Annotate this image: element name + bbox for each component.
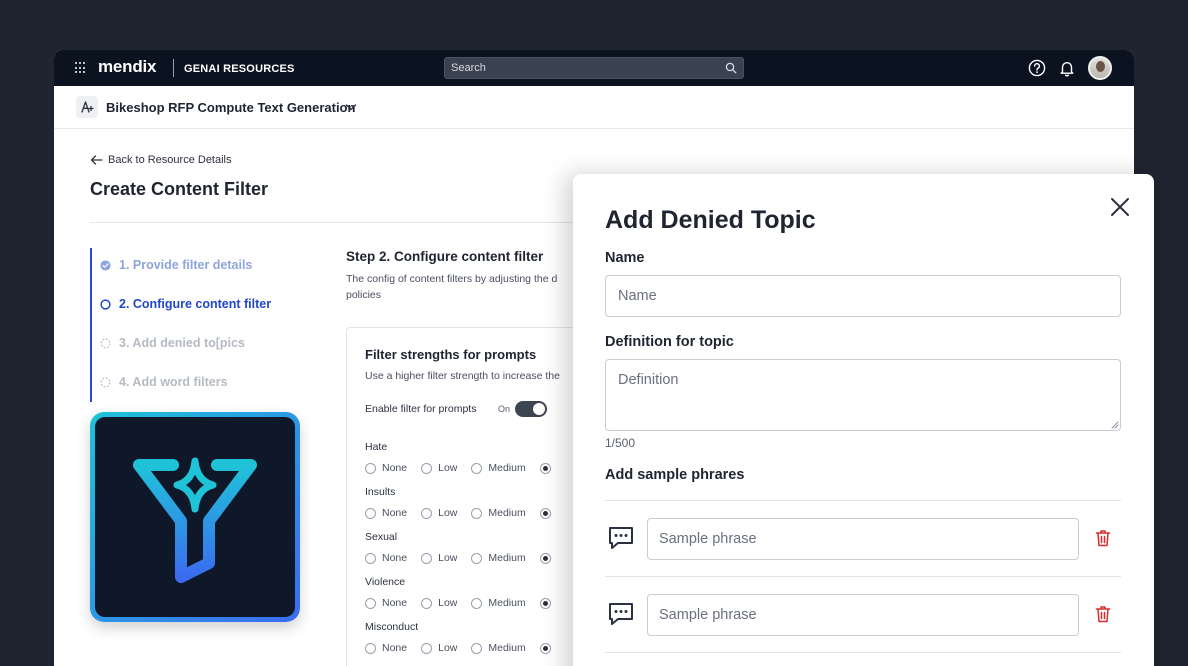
enable-filter-toggle[interactable] (515, 401, 547, 417)
radio-high[interactable] (539, 597, 551, 609)
user-avatar[interactable] (1088, 56, 1112, 80)
radio-high[interactable] (539, 642, 551, 654)
chevron-down-icon[interactable] (344, 100, 358, 114)
step-label: 4. Add word filters (119, 375, 228, 389)
app-switcher-icon[interactable] (75, 62, 87, 74)
divider (605, 576, 1121, 577)
step-heading: Step 2. Configure content filter (346, 249, 544, 264)
filter-strengths-card: Filter strengths for prompts Use a highe… (346, 327, 606, 666)
resize-handle-icon[interactable] (1110, 420, 1119, 429)
divider (605, 500, 1121, 501)
radio-medium[interactable]: Medium (471, 462, 526, 474)
brand-logo[interactable]: mendix (98, 57, 157, 77)
trash-icon[interactable] (1095, 605, 1111, 623)
search-input[interactable] (445, 58, 715, 78)
sample-phrase-input[interactable] (647, 594, 1079, 636)
top-right-actions (1028, 56, 1112, 80)
radio-low[interactable]: Low (421, 507, 457, 519)
step-add-denied-topics[interactable]: 3. Add denied to[pics (100, 336, 245, 350)
name-input[interactable] (605, 275, 1121, 317)
check-circle-icon (100, 259, 111, 271)
sample-phrase-input[interactable] (647, 518, 1079, 560)
filter-funnel-sparkle-icon (133, 457, 257, 583)
character-count: 1/500 (605, 436, 636, 450)
top-navigation-bar: mendix GENAI RESOURCES (54, 50, 1134, 86)
category-label-misconduct: Misconduct (365, 621, 419, 633)
step-provide-filter-details[interactable]: 1. Provide filter details (100, 258, 252, 272)
dashed-circle-icon (100, 338, 111, 348)
card-description: Use a higher filter strength to increase… (365, 370, 560, 382)
radio-low[interactable]: Low (421, 462, 457, 474)
definition-textarea[interactable] (605, 359, 1121, 431)
radio-high[interactable] (539, 552, 551, 564)
category-label-violence: Violence (365, 576, 406, 588)
toggle-state-label: On (498, 404, 511, 414)
sample-phrases-label: Add sample phrares (605, 467, 745, 483)
radio-medium[interactable]: Medium (471, 597, 526, 609)
card-title: Filter strengths for prompts (365, 347, 537, 362)
app-type-icon (76, 96, 98, 118)
radio-medium[interactable]: Medium (471, 552, 526, 564)
radio-group-hate: None Low Medium (365, 462, 565, 474)
radio-high[interactable] (539, 507, 551, 519)
category-label-sexual: Sexual (365, 531, 398, 543)
back-link[interactable]: Back to Resource Details (90, 154, 232, 166)
radio-none[interactable]: None (365, 552, 407, 564)
dashed-circle-icon (100, 377, 111, 387)
step-label: 1. Provide filter details (119, 258, 253, 272)
step-label: 2. Configure content filter (119, 297, 272, 311)
chat-bubble-icon (609, 527, 633, 549)
chat-bubble-icon (609, 603, 633, 625)
search-icon[interactable] (725, 62, 737, 74)
divider (605, 652, 1121, 653)
radio-group-sexual: None Low Medium (365, 552, 565, 564)
radio-high[interactable] (539, 462, 551, 474)
step-add-word-filters[interactable]: 4. Add word filters (100, 375, 228, 389)
title-divider (90, 222, 590, 223)
radio-none[interactable]: None (365, 642, 407, 654)
definition-label: Definition for topic (605, 334, 734, 350)
radio-low[interactable]: Low (421, 597, 457, 609)
radio-low[interactable]: Low (421, 552, 457, 564)
step-configure-content-filter[interactable]: 2. Configure content filter (100, 297, 271, 311)
sample-phrase-row (605, 594, 1121, 636)
radio-group-insults: None Low Medium (365, 507, 565, 519)
brand-divider (173, 59, 174, 77)
content-filter-app-tile (90, 412, 300, 622)
sample-phrase-row (605, 518, 1121, 560)
radio-low[interactable]: Low (421, 642, 457, 654)
radio-none[interactable]: None (365, 507, 407, 519)
radio-medium[interactable]: Medium (471, 507, 526, 519)
stepper: 1. Provide filter details 2. Configure c… (90, 248, 310, 402)
category-label-hate: Hate (365, 441, 388, 453)
name-label: Name (605, 250, 645, 266)
dialog-title: Add Denied Topic (605, 206, 816, 234)
step-label: 3. Add denied to[pics (119, 336, 245, 350)
circle-icon (100, 298, 111, 310)
toggle-label: Enable filter for prompts (365, 403, 477, 415)
close-icon[interactable] (1109, 196, 1131, 218)
arrow-left-icon (90, 155, 103, 165)
help-icon[interactable] (1028, 59, 1046, 77)
notification-bell-icon[interactable] (1058, 59, 1076, 77)
toggle-knob (533, 403, 545, 415)
radio-group-misconduct: None Low Medium (365, 642, 565, 654)
radio-group-violence: None Low Medium (365, 597, 565, 609)
radio-none[interactable]: None (365, 462, 407, 474)
step-description: The config of content filters by adjusti… (346, 273, 558, 301)
radio-medium[interactable]: Medium (471, 642, 526, 654)
category-label-insults: Insults (365, 486, 396, 498)
trash-icon[interactable] (1095, 529, 1111, 547)
product-name: GENAI RESOURCES (184, 63, 295, 75)
back-link-label: Back to Resource Details (108, 154, 232, 166)
app-context-bar: Bikeshop RFP Compute Text Generation (54, 86, 1134, 129)
search-box (444, 57, 744, 79)
add-denied-topic-dialog: Add Denied Topic Name Definition for top… (573, 174, 1154, 666)
radio-none[interactable]: None (365, 597, 407, 609)
page-title: Create Content Filter (90, 179, 269, 199)
app-name[interactable]: Bikeshop RFP Compute Text Generation (106, 100, 355, 115)
